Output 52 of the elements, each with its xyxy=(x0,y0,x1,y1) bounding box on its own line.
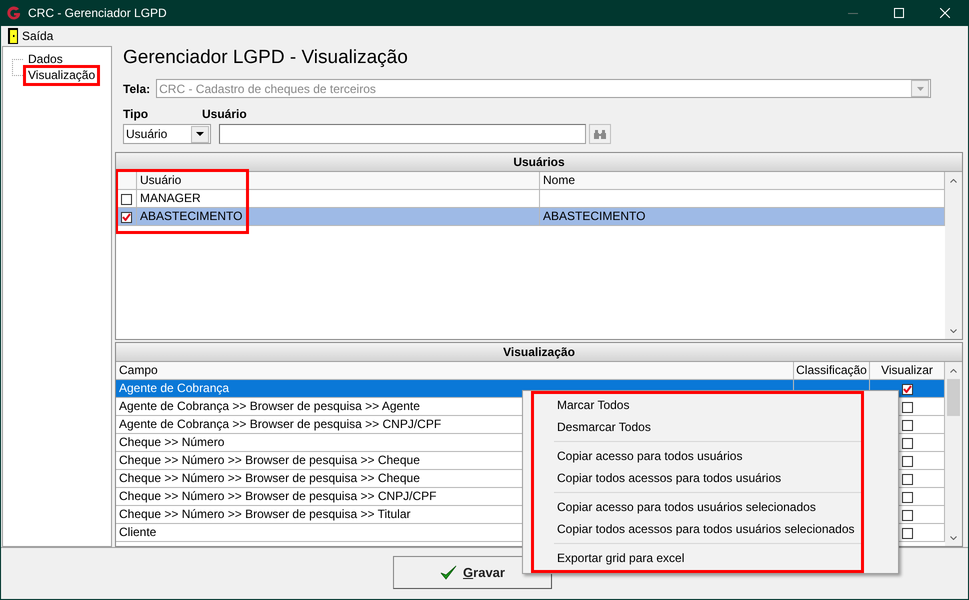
checkbox[interactable] xyxy=(902,384,912,395)
caret-icon[interactable] xyxy=(196,132,204,136)
scrollbar[interactable] xyxy=(945,362,962,546)
field-label: Usuário xyxy=(202,107,247,121)
column-header[interactable]: Classificação xyxy=(794,362,870,380)
table-cell: ABASTECIMENTO xyxy=(137,208,540,226)
door-icon xyxy=(8,28,18,44)
column-header[interactable]: Visualizar xyxy=(870,362,945,380)
window-title: CRC - Gerenciador LGPD xyxy=(28,6,168,20)
check-icon xyxy=(122,213,131,222)
checkbox[interactable] xyxy=(902,492,912,503)
column-header[interactable]: Nome xyxy=(540,172,945,190)
table-cell: ABASTECIMENTO xyxy=(543,209,646,224)
tree-item[interactable]: Dados xyxy=(26,52,65,66)
scroll-up-icon[interactable] xyxy=(950,368,957,373)
user-input-field[interactable] xyxy=(219,124,586,144)
save-button[interactable]: Gravar xyxy=(393,556,552,589)
scroll-thumb[interactable] xyxy=(947,379,960,416)
tree-line xyxy=(12,59,24,76)
checkbox[interactable] xyxy=(121,194,132,205)
table-cell: MANAGER xyxy=(137,190,540,208)
page-heading: Gerenciador LGPD - Visualização xyxy=(123,46,409,70)
column-header[interactable]: Usuário xyxy=(137,172,540,190)
field-label: Tela: xyxy=(123,82,150,96)
checkbox[interactable] xyxy=(902,402,912,413)
checkbox[interactable] xyxy=(902,420,912,431)
context-menu-item[interactable]: Exportar grid para excel xyxy=(554,547,861,569)
exit-menu-item[interactable]: Saída xyxy=(5,28,56,44)
checkbox[interactable] xyxy=(902,510,912,521)
checkbox[interactable] xyxy=(902,456,912,467)
table-row[interactable]: ABASTECIMENTO ABASTECIMENTO xyxy=(116,208,945,226)
column-header[interactable]: Campo xyxy=(116,362,794,380)
checkbox[interactable] xyxy=(902,528,912,539)
checkbox[interactable] xyxy=(902,474,912,485)
scrollbar[interactable] xyxy=(945,172,962,340)
scroll-up-icon[interactable] xyxy=(950,178,957,183)
check-icon xyxy=(902,385,912,394)
scroll-down-icon[interactable] xyxy=(950,328,957,333)
panel-title: Visualização xyxy=(116,343,962,362)
panel-title: Usuários xyxy=(116,153,962,172)
scroll-down-icon[interactable] xyxy=(950,536,957,540)
tree-item[interactable]: Visualização xyxy=(26,68,98,82)
type-dropdown[interactable]: Usuário xyxy=(123,124,211,144)
binoculars-icon xyxy=(594,130,606,138)
close-icon[interactable] xyxy=(940,8,950,18)
app-logo-icon xyxy=(6,5,22,21)
checkbox[interactable] xyxy=(121,212,132,223)
checkbox[interactable] xyxy=(902,438,912,449)
maximize-icon[interactable] xyxy=(894,8,904,18)
search-button[interactable] xyxy=(589,124,611,144)
field-label: Tipo xyxy=(123,107,150,121)
checkmark-icon xyxy=(440,565,458,580)
